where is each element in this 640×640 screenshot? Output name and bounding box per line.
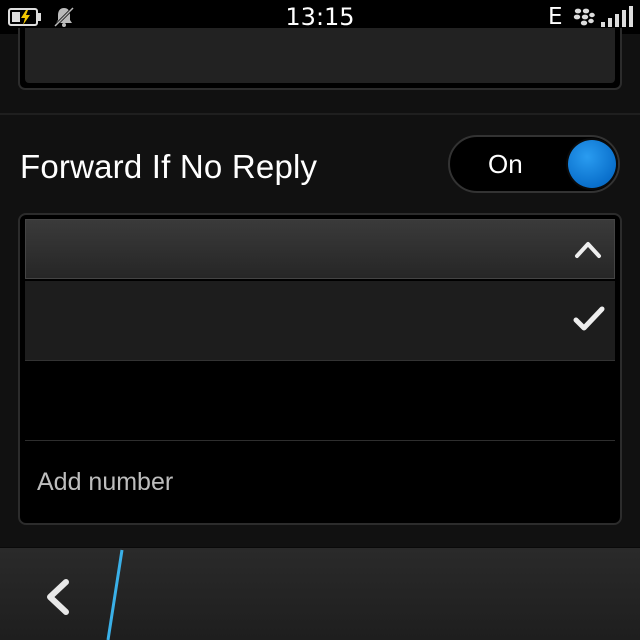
chevron-up-icon [575,242,601,258]
add-number-label: Add number [37,468,174,496]
forward-if-no-reply-title: Forward If No Reply [20,148,318,185]
network-type-label: E [548,4,563,30]
previous-number-field[interactable] [25,28,615,83]
checkmark-icon [573,306,605,331]
back-chevron-icon [47,579,69,615]
previous-number-panel [18,28,622,90]
forward-number-panel: Add number [18,213,622,525]
blackberry-icon [573,8,595,26]
toggle-state-label: On [488,149,523,179]
action-bar [0,548,640,640]
add-number-button[interactable]: Add number [25,443,615,519]
signal-icon [601,6,633,27]
number-dropdown-header[interactable] [25,219,615,279]
screen: 13:15 E Forward If No Reply On Add numbe… [0,0,640,640]
forward-if-no-reply-section: Forward If No Reply On Add number [0,115,640,547]
toggle-knob[interactable] [568,140,616,188]
back-button-accent-line [106,549,124,640]
number-list-item[interactable] [25,361,615,441]
previous-section [0,28,640,114]
number-dropdown-option[interactable] [25,281,615,361]
forward-if-no-reply-toggle[interactable]: On [448,135,620,193]
